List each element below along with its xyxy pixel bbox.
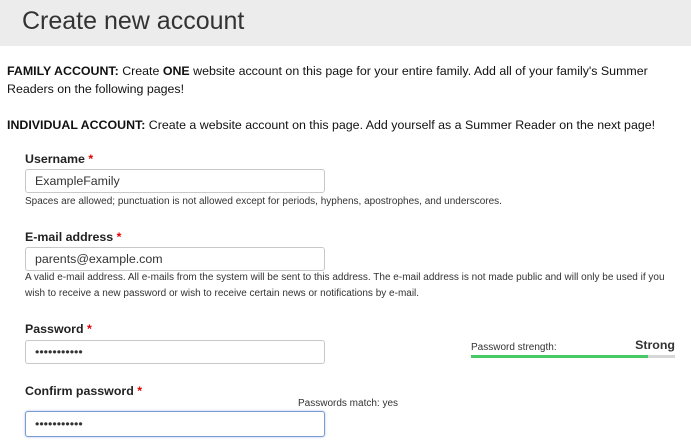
email-help-text: A valid e-mail address. All e-mails from… xyxy=(25,272,665,299)
email-label-text: E-mail address xyxy=(25,230,114,244)
password-strength-track xyxy=(471,355,675,358)
family-intro-text-1: Create xyxy=(118,64,163,78)
required-marker: * xyxy=(88,152,94,166)
individual-intro-text: Create a website account on this page. A… xyxy=(145,118,656,132)
confirm-password-input[interactable] xyxy=(25,411,325,437)
password-strength-value: Strong xyxy=(635,338,675,352)
required-marker: * xyxy=(87,322,92,336)
username-help-text: Spaces are allowed; punctuation is not a… xyxy=(25,196,502,207)
password-strength-label: Password strength: xyxy=(471,342,557,353)
email-label: E-mail address * xyxy=(25,230,121,244)
individual-account-label: INDIVIDUAL ACCOUNT: xyxy=(7,118,146,132)
password-label-text: Password xyxy=(25,322,84,336)
confirm-password-label: Confirm password * xyxy=(25,384,142,398)
required-marker: * xyxy=(137,384,143,398)
family-account-intro: FAMILY ACCOUNT: Create ONE website accou… xyxy=(7,62,687,98)
password-strength-indicator: Password strength: Strong xyxy=(471,338,675,360)
username-label-text: Username xyxy=(25,152,85,166)
family-account-label: FAMILY ACCOUNT: xyxy=(7,64,119,78)
page-title: Create new account xyxy=(22,7,245,35)
username-label: Username * xyxy=(25,152,93,166)
email-input[interactable] xyxy=(25,247,325,271)
individual-account-intro: INDIVIDUAL ACCOUNT: Create a website acc… xyxy=(7,116,687,134)
password-strength-fill xyxy=(471,355,649,358)
passwords-match-status: Passwords match: yes xyxy=(298,398,399,409)
confirm-password-label-text: Confirm password xyxy=(25,384,134,398)
family-intro-emphasis: ONE xyxy=(162,64,190,78)
password-label: Password * xyxy=(25,322,92,336)
password-input[interactable] xyxy=(25,340,325,364)
username-input[interactable] xyxy=(25,169,325,193)
required-marker: * xyxy=(116,230,122,244)
